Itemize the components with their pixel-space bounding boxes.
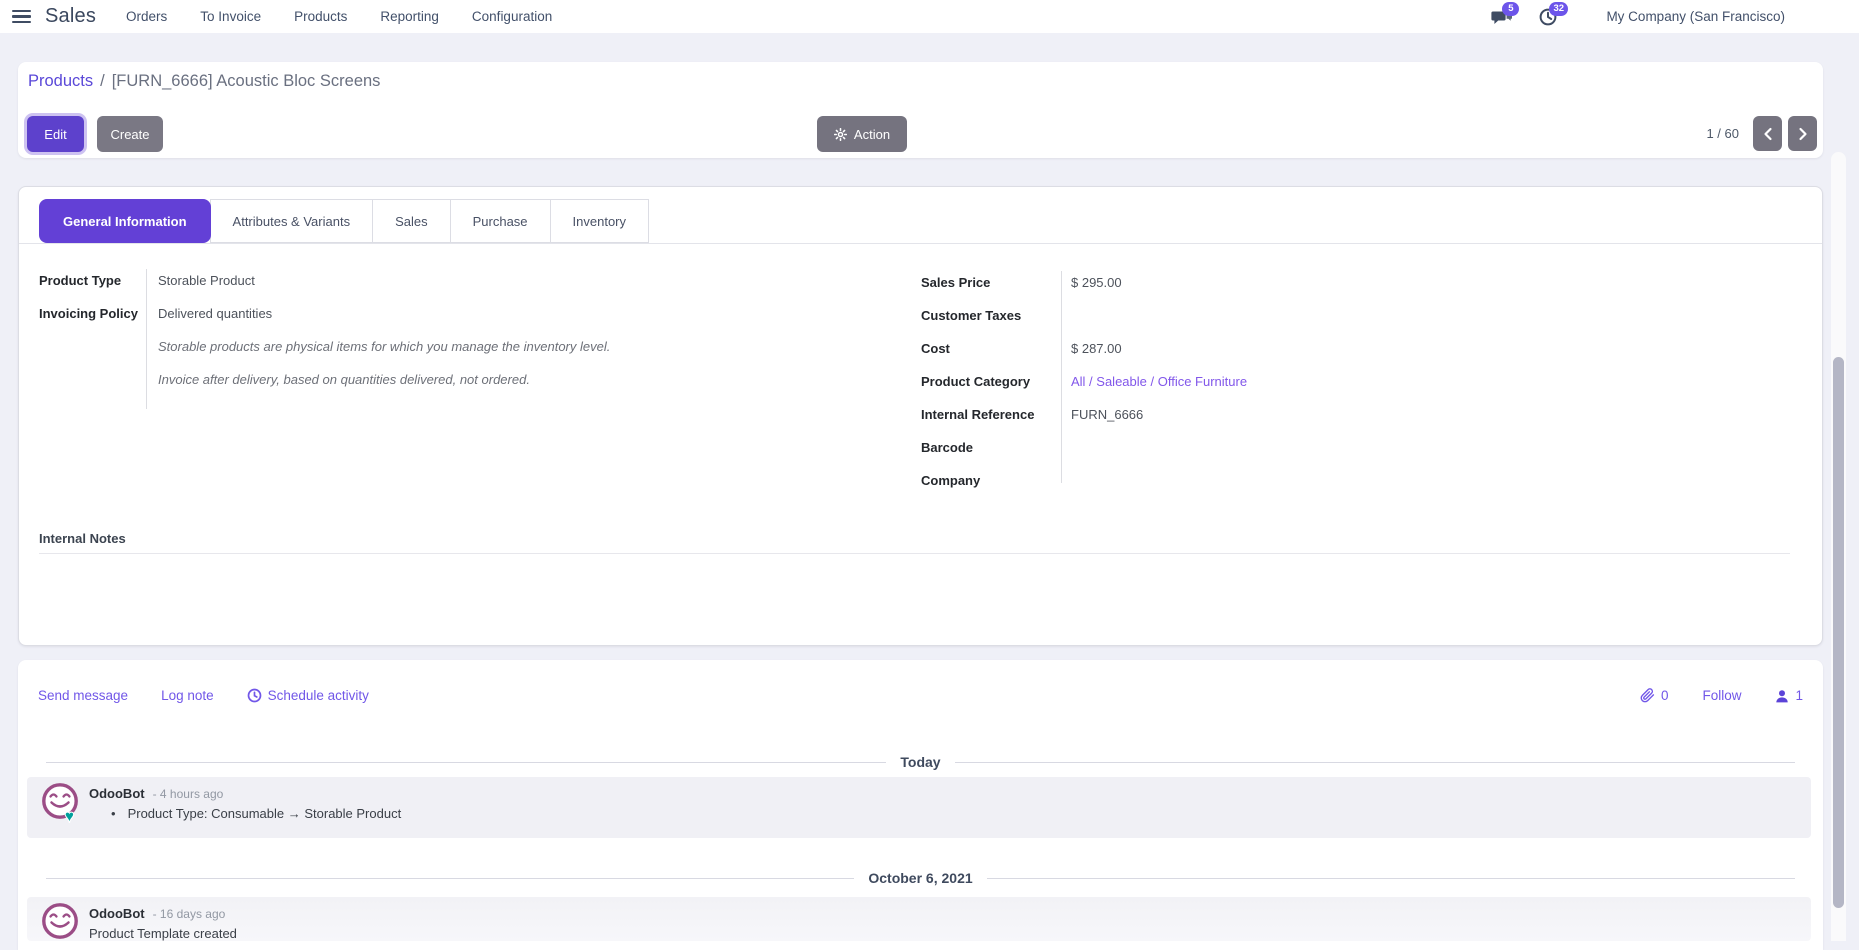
odoobot-avatar <box>40 901 82 941</box>
message-timestamp: - 4 hours ago <box>153 787 224 801</box>
field-label-barcode: Barcode <box>921 440 973 458</box>
message-feed: Today ♥ OdooBot - 4 hours ago • <box>18 708 1823 941</box>
internal-notes-header: Internal Notes <box>39 531 126 546</box>
field-label-product-type: Product Type <box>39 273 121 291</box>
paperclip-icon <box>1640 688 1655 703</box>
help-text-invoice: Invoice after delivery, based on quantit… <box>158 372 530 387</box>
message-october[interactable]: OdooBot - 16 days ago Product Template c… <box>27 897 1811 941</box>
gear-icon <box>834 128 847 141</box>
right-column-separator <box>1061 271 1062 483</box>
tab-general-information[interactable]: General Information <box>39 199 211 243</box>
activities-badge: 32 <box>1549 2 1568 16</box>
send-message-button[interactable]: Send message <box>38 688 128 703</box>
message-timestamp: - 16 days ago <box>153 907 226 921</box>
message-today[interactable]: ♥ OdooBot - 4 hours ago • Product Type: … <box>27 777 1811 838</box>
field-value-sales-price: $ 295.00 <box>1071 275 1122 293</box>
action-button[interactable]: Action <box>817 116 907 152</box>
user-avatar[interactable] <box>1819 3 1847 31</box>
menu-reporting[interactable]: Reporting <box>380 9 439 24</box>
follower-person-icon <box>1775 689 1789 703</box>
field-label-company: Company <box>921 473 980 491</box>
page-title: [FURN_6666] Acoustic Bloc Screens <box>112 72 381 91</box>
field-value-product-category-link[interactable]: All / Saleable / Office Furniture <box>1071 374 1247 392</box>
field-value-cost: $ 287.00 <box>1071 341 1122 359</box>
pager-previous-button[interactable] <box>1753 116 1782 151</box>
left-column-separator <box>146 269 147 409</box>
schedule-activity-label: Schedule activity <box>268 688 369 703</box>
chatter: Send message Log note Schedule activity … <box>18 660 1823 950</box>
company-switcher[interactable]: My Company (San Francisco) <box>1606 9 1785 24</box>
action-button-label: Action <box>854 127 890 142</box>
field-label-sales-price: Sales Price <box>921 275 990 293</box>
message-tracking-text: Product Template created <box>89 926 237 941</box>
menu-products[interactable]: Products <box>294 9 347 24</box>
apps-menu-icon[interactable] <box>12 10 31 23</box>
schedule-clock-icon <box>247 688 262 703</box>
chevron-right-icon <box>1798 127 1808 141</box>
attachments-button[interactable]: 0 <box>1640 688 1669 703</box>
pager: 1 / 60 <box>1706 116 1817 151</box>
field-value-product-type: Storable Product <box>158 273 255 291</box>
tab-sales[interactable]: Sales <box>372 199 451 243</box>
chatter-toolbar: Send message Log note Schedule activity … <box>38 688 1803 703</box>
field-label-invoicing-policy: Invoicing Policy <box>39 306 138 324</box>
schedule-activity-button[interactable]: Schedule activity <box>247 688 369 703</box>
notebook-tabs: General Information Attributes & Variant… <box>39 199 648 243</box>
followers-button[interactable]: 1 <box>1775 688 1803 703</box>
scrollbar-thumb[interactable] <box>1833 357 1844 908</box>
pager-next-button[interactable] <box>1788 116 1817 151</box>
tab-divider <box>19 243 1822 244</box>
app-title[interactable]: Sales <box>45 5 96 28</box>
breadcrumb: Products / [FURN_6666] Acoustic Bloc Scr… <box>28 72 380 91</box>
chatter-right: 0 Follow 1 <box>1640 688 1803 703</box>
create-button[interactable]: Create <box>97 116 163 152</box>
svg-text:♥: ♥ <box>65 808 74 823</box>
chevron-left-icon <box>1763 127 1773 141</box>
form-sheet: General Information Attributes & Variant… <box>18 186 1823 646</box>
app-menus: Orders To Invoice Products Reporting Con… <box>126 9 552 24</box>
field-label-internal-reference: Internal Reference <box>921 407 1034 425</box>
field-value-invoicing-policy: Delivered quantities <box>158 306 272 324</box>
odoobot-avatar: ♥ <box>40 781 82 823</box>
tab-inventory[interactable]: Inventory <box>550 199 649 243</box>
follower-count: 1 <box>1795 688 1803 703</box>
breadcrumb-separator: / <box>100 72 105 91</box>
edit-button[interactable]: Edit <box>27 116 84 152</box>
feed-divider-october: October 6, 2021 <box>46 868 1795 888</box>
menu-configuration[interactable]: Configuration <box>472 9 552 24</box>
field-label-product-category: Product Category <box>921 374 1030 392</box>
help-text-storable: Storable products are physical items for… <box>158 339 610 354</box>
follow-button[interactable]: Follow <box>1702 688 1741 703</box>
message-author[interactable]: OdooBot <box>89 906 145 921</box>
menu-to-invoice[interactable]: To Invoice <box>200 9 261 24</box>
field-label-cost: Cost <box>921 341 950 359</box>
feed-divider-today: Today <box>46 752 1795 772</box>
top-navbar: Sales Orders To Invoice Products Reporti… <box>0 0 1859 33</box>
tab-purchase[interactable]: Purchase <box>450 199 551 243</box>
internal-notes-divider <box>39 553 1790 554</box>
navbar-right: 5 32 My Company (San Francisco) <box>1491 3 1847 31</box>
message-author[interactable]: OdooBot <box>89 786 145 801</box>
tab-attributes-variants[interactable]: Attributes & Variants <box>210 199 374 243</box>
bullet-icon: • <box>111 806 116 821</box>
log-note-button[interactable]: Log note <box>161 688 214 703</box>
activities-menu[interactable]: 32 <box>1538 6 1558 28</box>
messages-menu[interactable]: 5 <box>1491 6 1512 28</box>
pager-count: 1 / 60 <box>1706 126 1739 141</box>
field-value-internal-reference: FURN_6666 <box>1071 407 1143 425</box>
message-tracking-text: Product Type: Consumable → Storable Prod… <box>128 806 402 821</box>
field-label-customer-taxes: Customer Taxes <box>921 308 1021 326</box>
menu-orders[interactable]: Orders <box>126 9 167 24</box>
messages-badge: 5 <box>1502 2 1519 16</box>
attachment-count: 0 <box>1661 688 1669 703</box>
control-panel: Products / [FURN_6666] Acoustic Bloc Scr… <box>18 62 1823 158</box>
breadcrumb-products-link[interactable]: Products <box>28 72 93 91</box>
